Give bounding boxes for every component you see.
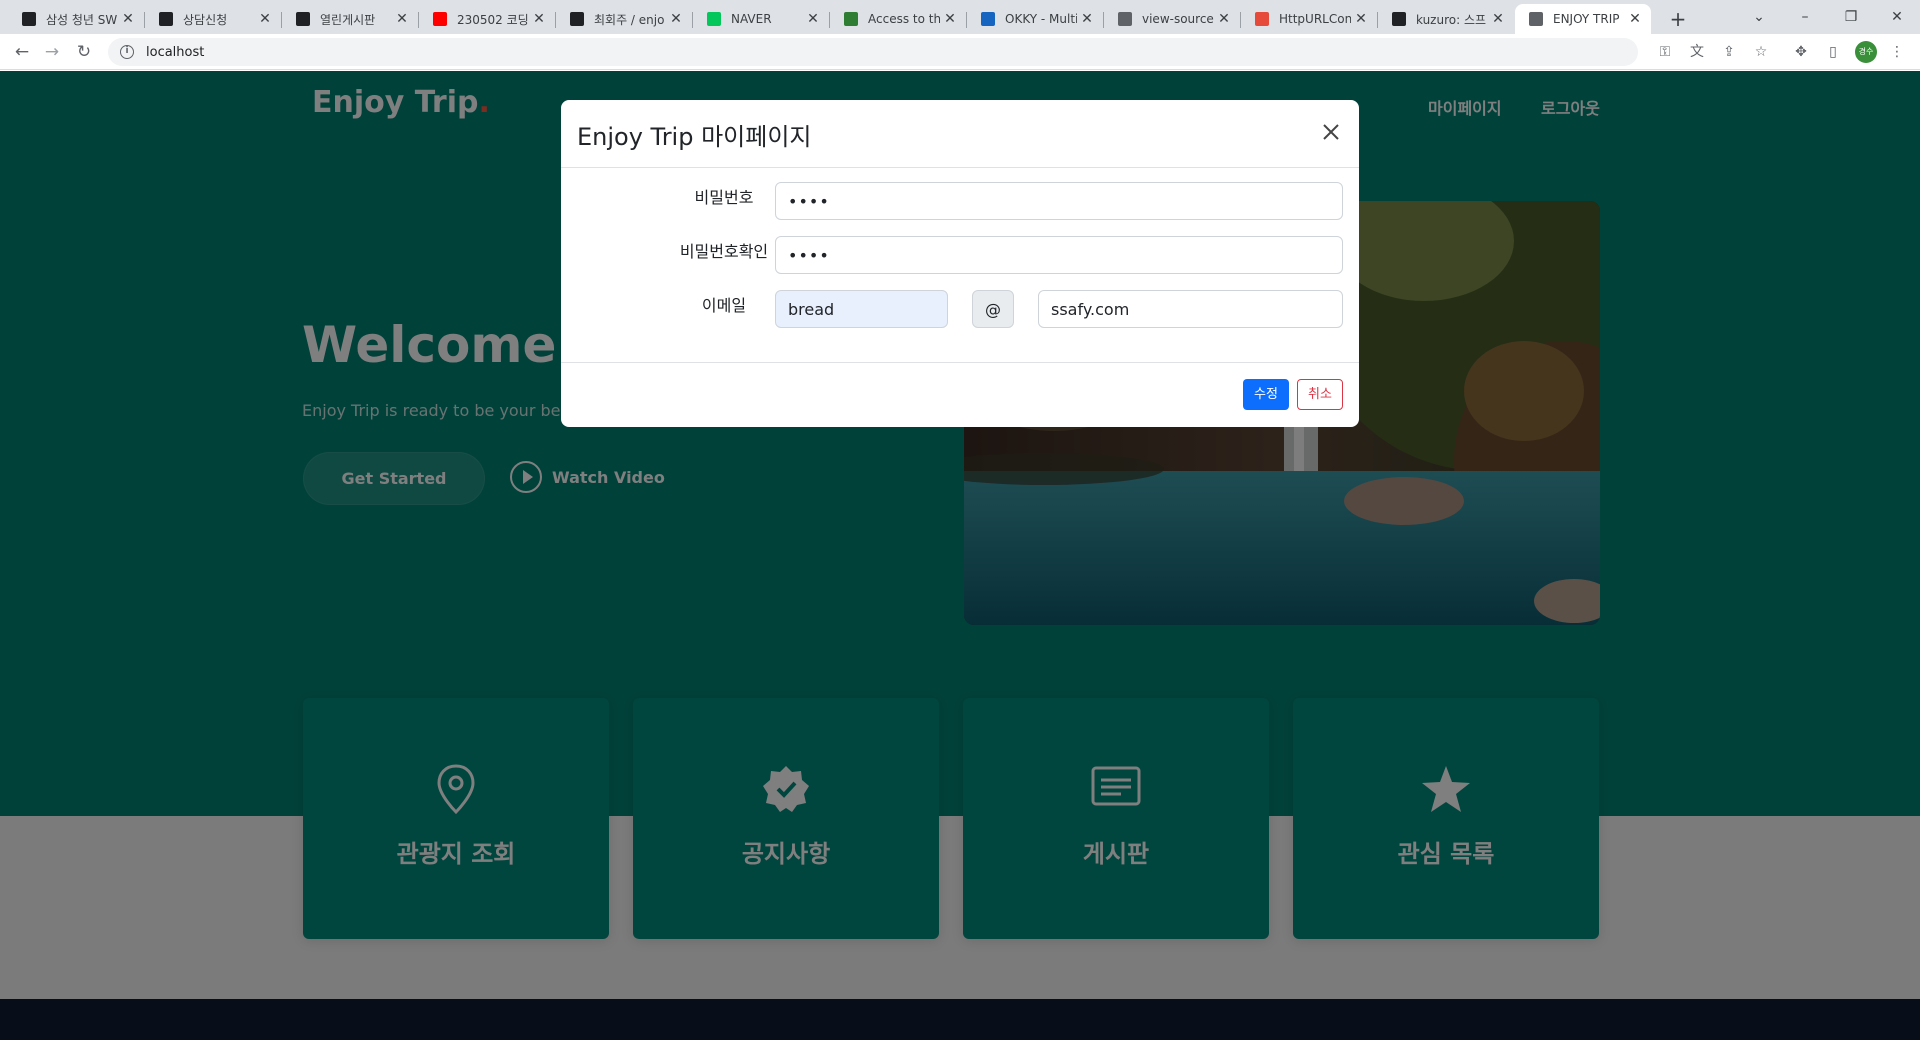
profile-avatar[interactable]: 경수 — [1855, 41, 1877, 63]
page-viewport: Enjoy Trip. 마이페이지 로그아웃 Welcome to Enjoy … — [0, 71, 1920, 1040]
tab-favicon-icon — [570, 12, 584, 26]
new-tab-button[interactable]: + — [1665, 6, 1691, 32]
tab-close-icon[interactable]: ✕ — [668, 11, 684, 27]
browser-tab[interactable]: OKKY - Multi ✕ — [967, 4, 1103, 34]
tab-close-icon[interactable]: ✕ — [120, 11, 136, 27]
tab-favicon-icon — [433, 12, 447, 26]
close-icon[interactable] — [1319, 120, 1343, 144]
tab-label: OKKY - Multi — [1005, 12, 1077, 26]
restore-button[interactable]: ❐ — [1828, 4, 1874, 30]
reload-icon[interactable]: ↻ — [70, 38, 98, 66]
share-icon[interactable]: ⇪ — [1718, 41, 1740, 63]
email-at-addon: @ — [972, 290, 1014, 328]
tab-search-icon[interactable]: ⌄ — [1736, 4, 1782, 30]
site-info-icon[interactable]: i — [120, 45, 134, 59]
tab-label: 삼성 청년 SW — [46, 12, 118, 27]
back-icon[interactable]: ← — [8, 38, 36, 66]
tab-close-icon[interactable]: ✕ — [942, 11, 958, 27]
window-close-button[interactable]: ✕ — [1874, 4, 1920, 30]
menu-dots-icon[interactable]: ⋮ — [1886, 41, 1908, 63]
tab-label: kuzuro: 스프 — [1416, 12, 1487, 27]
tab-favicon-icon — [1529, 12, 1543, 26]
tab-label: HttpURLConn — [1279, 12, 1351, 26]
tab-label: 최회주 / enjo — [594, 12, 665, 27]
tab-close-icon[interactable]: ✕ — [1627, 11, 1643, 27]
password-field[interactable]: •••• — [775, 182, 1343, 220]
browser-tab[interactable]: 열린게시판 ✕ — [282, 4, 418, 34]
browser-tabstrip: 삼성 청년 SW ✕ 상담신청 ✕ 열린게시판 ✕ 230502 코딩 ✕ 최회주 / enjo… — [0, 0, 1920, 34]
password-confirm-value: •••• — [788, 245, 830, 265]
browser-tab[interactable]: kuzuro: 스프 ✕ — [1378, 4, 1514, 34]
forward-icon[interactable]: → — [38, 38, 66, 66]
password-confirm-field[interactable]: •••• — [775, 236, 1343, 274]
browser-tab[interactable]: HttpURLConn✕ — [1241, 4, 1377, 34]
side-panel-icon[interactable]: ▯ — [1822, 41, 1844, 63]
cancel-button[interactable]: 취소 — [1297, 379, 1343, 410]
tab-favicon-icon — [1255, 12, 1269, 26]
tab-close-icon[interactable]: ✕ — [1490, 11, 1506, 27]
password-value: •••• — [788, 191, 830, 211]
email-domain-field[interactable]: ssafy.com — [1038, 290, 1343, 328]
mypage-modal: Enjoy Trip 마이페이지 비밀번호 •••• 비밀번호확인 •••• 이… — [561, 100, 1359, 427]
browser-tab[interactable]: view-source: ✕ — [1104, 4, 1240, 34]
tab-favicon-icon — [707, 12, 721, 26]
tab-label: 열린게시판 — [320, 12, 376, 27]
tab-favicon-icon — [981, 12, 995, 26]
browser-tab[interactable]: ENJOY TRIP ✕ — [1515, 4, 1651, 34]
tab-favicon-icon — [22, 12, 36, 26]
tab-close-icon[interactable]: ✕ — [1353, 11, 1369, 27]
tab-favicon-icon — [159, 12, 173, 26]
tab-close-icon[interactable]: ✕ — [257, 11, 273, 27]
url-text: localhost — [146, 44, 205, 60]
browser-tab[interactable]: 상담신청 ✕ — [145, 4, 281, 34]
tab-label: 230502 코딩 — [457, 12, 529, 27]
tab-favicon-icon — [1118, 12, 1132, 26]
tab-label: view-source: — [1142, 12, 1214, 26]
translate-icon[interactable]: 文 — [1686, 41, 1708, 63]
tab-label: NAVER — [731, 12, 772, 26]
bookmark-star-icon[interactable]: ☆ — [1750, 41, 1772, 63]
browser-toolbar: ← → ↻ i localhost ⚿ 文 ⇪ ☆ ✥ ▯ 경수 ⋮ — [0, 34, 1920, 70]
extensions-icon[interactable]: ✥ — [1790, 41, 1812, 63]
tab-close-icon[interactable]: ✕ — [394, 11, 410, 27]
tab-close-icon[interactable]: ✕ — [1079, 11, 1095, 27]
tab-close-icon[interactable]: ✕ — [805, 11, 821, 27]
modal-footer: 수정 취소 — [561, 362, 1359, 427]
browser-tab[interactable]: 최회주 / enjo ✕ — [556, 4, 692, 34]
email-domain-value: ssafy.com — [1051, 299, 1130, 319]
tab-label: Access to the — [868, 12, 940, 26]
browser-tab[interactable]: Access to the✕ — [830, 4, 966, 34]
edit-button[interactable]: 수정 — [1243, 379, 1289, 410]
browser-tab[interactable]: NAVER ✕ — [693, 4, 829, 34]
address-bar[interactable]: i localhost — [108, 38, 1638, 66]
tab-favicon-icon — [1392, 12, 1406, 26]
email-id-field[interactable]: bread — [775, 290, 948, 328]
modal-title: Enjoy Trip 마이페이지 — [577, 123, 812, 151]
email-at-symbol: @ — [985, 299, 1001, 319]
browser-tab[interactable]: 삼성 청년 SW ✕ — [8, 4, 144, 34]
email-id-value: bread — [788, 299, 835, 319]
tab-label: ENJOY TRIP — [1553, 12, 1620, 26]
browser-tab[interactable]: 230502 코딩 ✕ — [419, 4, 555, 34]
tab-close-icon[interactable]: ✕ — [1216, 11, 1232, 27]
tab-close-icon[interactable]: ✕ — [531, 11, 547, 27]
tab-label: 상담신청 — [183, 12, 228, 27]
key-icon[interactable]: ⚿ — [1654, 41, 1676, 63]
minimize-button[interactable]: – — [1782, 4, 1828, 30]
tab-favicon-icon — [296, 12, 310, 26]
tab-favicon-icon — [844, 12, 858, 26]
modal-header: Enjoy Trip 마이페이지 — [561, 100, 1359, 168]
